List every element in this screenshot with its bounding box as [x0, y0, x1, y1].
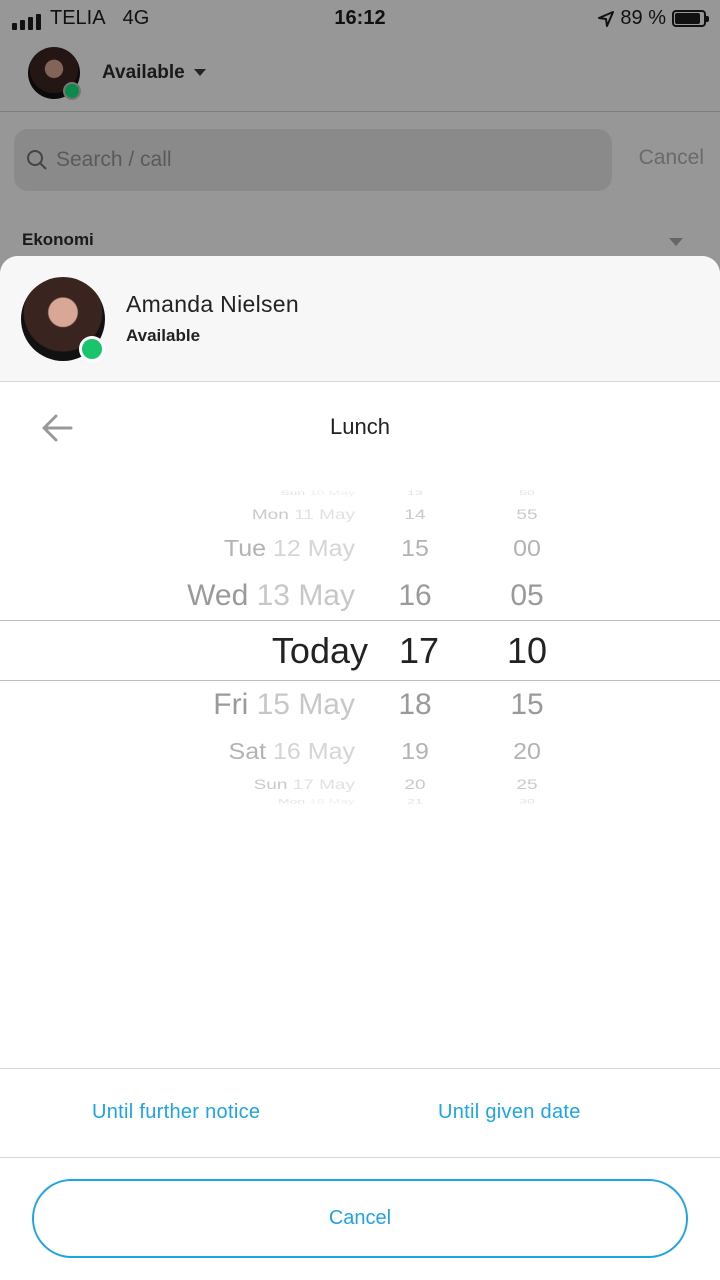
picker-day: Fri	[213, 688, 249, 721]
caret-down-icon	[193, 69, 206, 77]
picker-minute: 30	[519, 797, 535, 805]
picker-day: Mon	[251, 506, 289, 523]
picker-date-value: 18 May	[309, 797, 355, 805]
picker-minute: 00	[513, 535, 541, 562]
divider	[0, 111, 720, 112]
search-cancel-button[interactable]: Cancel	[639, 146, 704, 170]
picker-minute: 50	[519, 489, 535, 497]
status-label: Available	[102, 62, 185, 83]
picker-date-value: 13 May	[256, 579, 355, 612]
picker-hour: 18	[398, 688, 432, 721]
group-header[interactable]: Ekonomi	[22, 230, 94, 250]
picker-hour: 21	[407, 797, 423, 805]
picker-hour: 20	[404, 776, 426, 793]
picker-day: Mon	[277, 797, 306, 805]
picker-date: Wed 13 May	[187, 579, 355, 613]
picker-date: Mon 18 May	[278, 797, 355, 804]
picker-minute: 25	[516, 776, 538, 793]
battery-percent: 89 %	[620, 7, 666, 29]
picker-day: Sun	[280, 489, 306, 497]
picker-day: Sun	[253, 776, 288, 793]
picker-hour: 16	[398, 579, 432, 612]
status-sheet: Amanda Nielsen Available Lunch Sun 10 Ma…	[0, 256, 720, 1280]
location-icon	[598, 10, 615, 27]
picker-date-value: 12 May	[273, 535, 355, 562]
profile-card: Amanda Nielsen Available	[0, 256, 720, 382]
picker-date-value: 10 May	[309, 489, 355, 497]
picker-hour: 17	[398, 630, 440, 671]
user-status: Available	[126, 326, 201, 345]
until-further-notice-button[interactable]: Until further notice	[92, 1101, 260, 1124]
picker-day: Tue	[223, 535, 267, 562]
search-icon	[27, 150, 47, 170]
picker-date: Sun 17 May	[254, 777, 355, 794]
cancel-button[interactable]: Cancel	[32, 1179, 688, 1258]
picker-day: Today	[271, 630, 368, 671]
search-input[interactable]: Search / call	[14, 129, 612, 191]
picker-hour: 13	[407, 489, 423, 497]
picker-selection-top	[0, 620, 720, 621]
picker-minute: 10	[506, 630, 548, 671]
user-name: Amanda Nielsen	[126, 291, 299, 317]
picker-minute: 05	[510, 579, 544, 612]
status-bar: TELIA 4G 16:12 89 %	[0, 0, 720, 38]
picker-minute: 20	[513, 738, 541, 765]
picker-day: Wed	[187, 579, 249, 612]
search-placeholder: Search / call	[56, 148, 172, 171]
picker-minute: 15	[510, 688, 544, 721]
status-dropdown[interactable]: Available	[102, 62, 206, 84]
picker-minute: 55	[516, 506, 538, 523]
picker-date: Sun 10 May	[280, 489, 355, 496]
picker-selection-bottom	[0, 680, 720, 681]
picker-date: Tue 12 May	[224, 536, 355, 563]
picker-hour: 15	[401, 535, 429, 562]
battery-icon	[672, 10, 709, 27]
sheet-title: Lunch	[330, 414, 390, 439]
picker-day: Sat	[228, 738, 267, 765]
picker-hour: 19	[401, 738, 429, 765]
picker-date-value: 11 May	[294, 506, 355, 523]
picker-date-value: 15 May	[256, 688, 355, 721]
presence-dot	[63, 82, 81, 100]
until-given-date-button[interactable]: Until given date	[438, 1101, 581, 1124]
presence-dot	[79, 336, 105, 362]
picker-date: Fri 15 May	[213, 688, 355, 722]
picker-date-value: 17 May	[292, 776, 355, 793]
picker-date: Sat 16 May	[229, 739, 355, 766]
picker-date: Mon 11 May	[252, 507, 355, 524]
picker-date: Today	[272, 630, 368, 672]
picker-hour: 14	[404, 506, 426, 523]
caret-down-icon[interactable]	[669, 238, 683, 246]
duration-options: Until further notice Until given date	[0, 1068, 720, 1158]
picker-date-value: 16 May	[273, 738, 355, 765]
